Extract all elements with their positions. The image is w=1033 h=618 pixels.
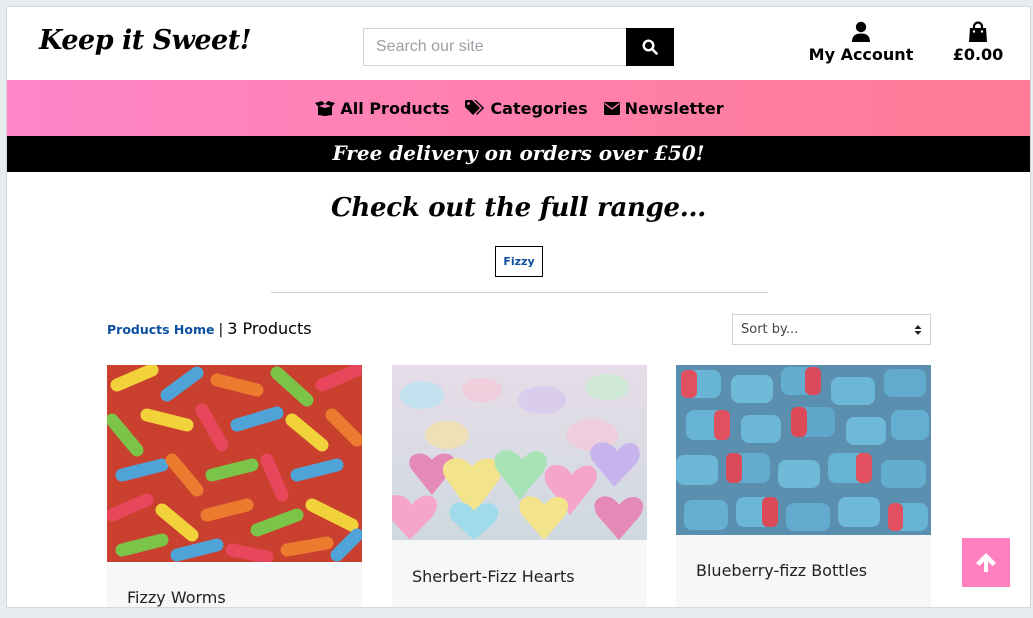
- arrow-up-icon: [976, 552, 996, 572]
- nav-categories-label: Categories: [490, 98, 588, 118]
- my-account-label: My Account: [808, 45, 914, 64]
- divider: [271, 292, 768, 293]
- tags-icon: [465, 100, 485, 115]
- back-to-top-button[interactable]: [962, 538, 1010, 587]
- nav-all-products[interactable]: All Products: [315, 99, 449, 118]
- nav-all-products-label: All Products: [340, 98, 450, 118]
- product-image: [676, 365, 931, 535]
- product-image: [107, 365, 362, 564]
- nav-newsletter-label: Newsletter: [624, 98, 724, 118]
- page: Keep it Sweet! My Account: [6, 6, 1031, 608]
- select-arrows-icon: [914, 324, 922, 335]
- envelope-icon: [603, 101, 620, 115]
- search-form: [363, 28, 674, 66]
- search-icon: [642, 39, 658, 55]
- sort-select[interactable]: Sort by...: [732, 314, 931, 345]
- box-open-icon: [315, 101, 336, 116]
- nav-categories[interactable]: Categories: [465, 98, 588, 118]
- search-button[interactable]: [626, 28, 674, 66]
- product-card[interactable]: Blueberry-fizz Bottles: [676, 365, 931, 607]
- user-icon: [852, 21, 870, 42]
- sort-selected: Sort by...: [741, 322, 799, 337]
- breadcrumb: Products Home | 3 Products: [107, 319, 312, 338]
- site-logo[interactable]: Keep it Sweet!: [39, 25, 252, 56]
- main-nav: All Products Categories Newsletter: [7, 80, 1030, 136]
- promo-banner: Free delivery on orders over £50!: [7, 136, 1030, 172]
- product-card[interactable]: Fizzy Worms: [107, 365, 362, 607]
- search-input[interactable]: [363, 28, 626, 66]
- product-name: Blueberry-fizz Bottles: [696, 561, 868, 580]
- product-name: Fizzy Worms: [127, 588, 226, 607]
- shopping-bag-icon: [969, 21, 987, 42]
- page-title: Check out the full range...: [331, 193, 706, 223]
- product-count: 3 Products: [227, 319, 312, 338]
- cart-total: £0.00: [952, 45, 1004, 64]
- product-image: [392, 365, 647, 540]
- product-card[interactable]: Sherbert-Fizz Hearts: [392, 365, 647, 607]
- breadcrumb-separator: |: [218, 322, 224, 338]
- nav-newsletter[interactable]: Newsletter: [603, 98, 724, 118]
- header: Keep it Sweet! My Account: [7, 7, 1030, 80]
- product-name: Sherbert-Fizz Hearts: [412, 567, 575, 586]
- products-home-link[interactable]: Products Home: [107, 322, 215, 337]
- category-badge[interactable]: Fizzy: [495, 246, 543, 277]
- cart-link[interactable]: £0.00: [941, 21, 1015, 64]
- my-account-link[interactable]: My Account: [807, 21, 915, 64]
